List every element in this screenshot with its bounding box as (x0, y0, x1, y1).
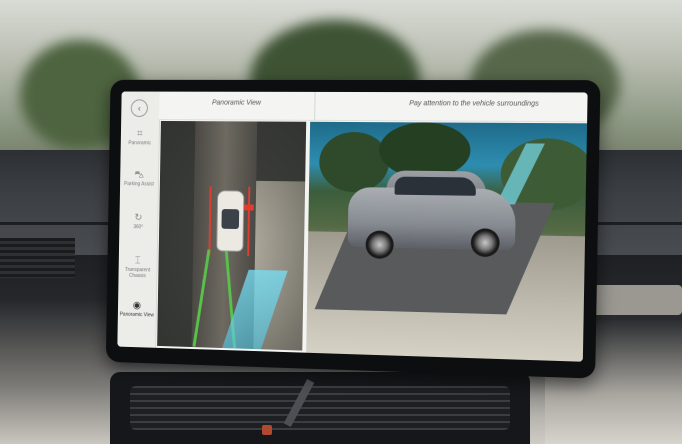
sidebar-item-label: Parking Assist (124, 181, 154, 188)
rotate-icon: ↻ (134, 212, 143, 224)
page-title: Panoramic View (211, 99, 261, 107)
3d-surround-view[interactable] (306, 121, 588, 362)
sidebar-item-parking-assist[interactable]: ⛍ Parking Assist (120, 169, 158, 188)
camera-icon: ⌗ (137, 128, 143, 140)
vehicle-top-view (216, 190, 245, 252)
vehicle-windshield (221, 209, 240, 230)
sidebar-item-label: 360° (133, 224, 144, 231)
safety-message: Pay attention to the vehicle surrounding… (409, 100, 539, 108)
back-icon[interactable]: ‹ (130, 99, 149, 117)
chassis-icon: ⌶ (134, 255, 141, 267)
sidebar-item-transparent-chassis[interactable]: ⌶ Transparent Chassis (119, 255, 157, 279)
parking-guide-red (244, 204, 254, 211)
screen-header: Panoramic View Pay attention to the vehi… (159, 91, 588, 123)
left-leather-panel (0, 300, 120, 444)
shadow-area (251, 121, 307, 182)
sidebar: ‹ ⌗ Panoramic ⛍ Parking Assist ↻ 360° ⌶ … (117, 91, 161, 348)
sidebar-item-label: Panoramic (128, 140, 152, 147)
vehicle-windows (394, 176, 477, 196)
sidebar-item-panoramic-view[interactable]: ◉ Panoramic View (118, 300, 156, 319)
birds-eye-camera-view[interactable] (157, 120, 307, 351)
center-vent-slats (130, 386, 510, 430)
screen-content: ‹ ⌗ Panoramic ⛍ Parking Assist ↻ 360° ⌶ … (117, 91, 588, 362)
sidebar-item-label: Panoramic View (119, 311, 154, 319)
sidebar-item-360[interactable]: ↻ 360° (119, 212, 157, 231)
scene-tree (318, 131, 390, 193)
left-air-vent (0, 238, 75, 278)
header-divider (314, 91, 316, 120)
sidebar-item-panoramic[interactable]: ⌗ Panoramic (121, 129, 159, 147)
hazard-button[interactable] (262, 425, 272, 435)
car-icon: ⛍ (134, 169, 145, 181)
sidebar-item-label: Transparent Chassis (124, 266, 151, 280)
infotainment-display: ‹ ⌗ Panoramic ⛍ Parking Assist ↻ 360° ⌶ … (105, 79, 601, 379)
eye-icon: ◉ (132, 300, 142, 312)
